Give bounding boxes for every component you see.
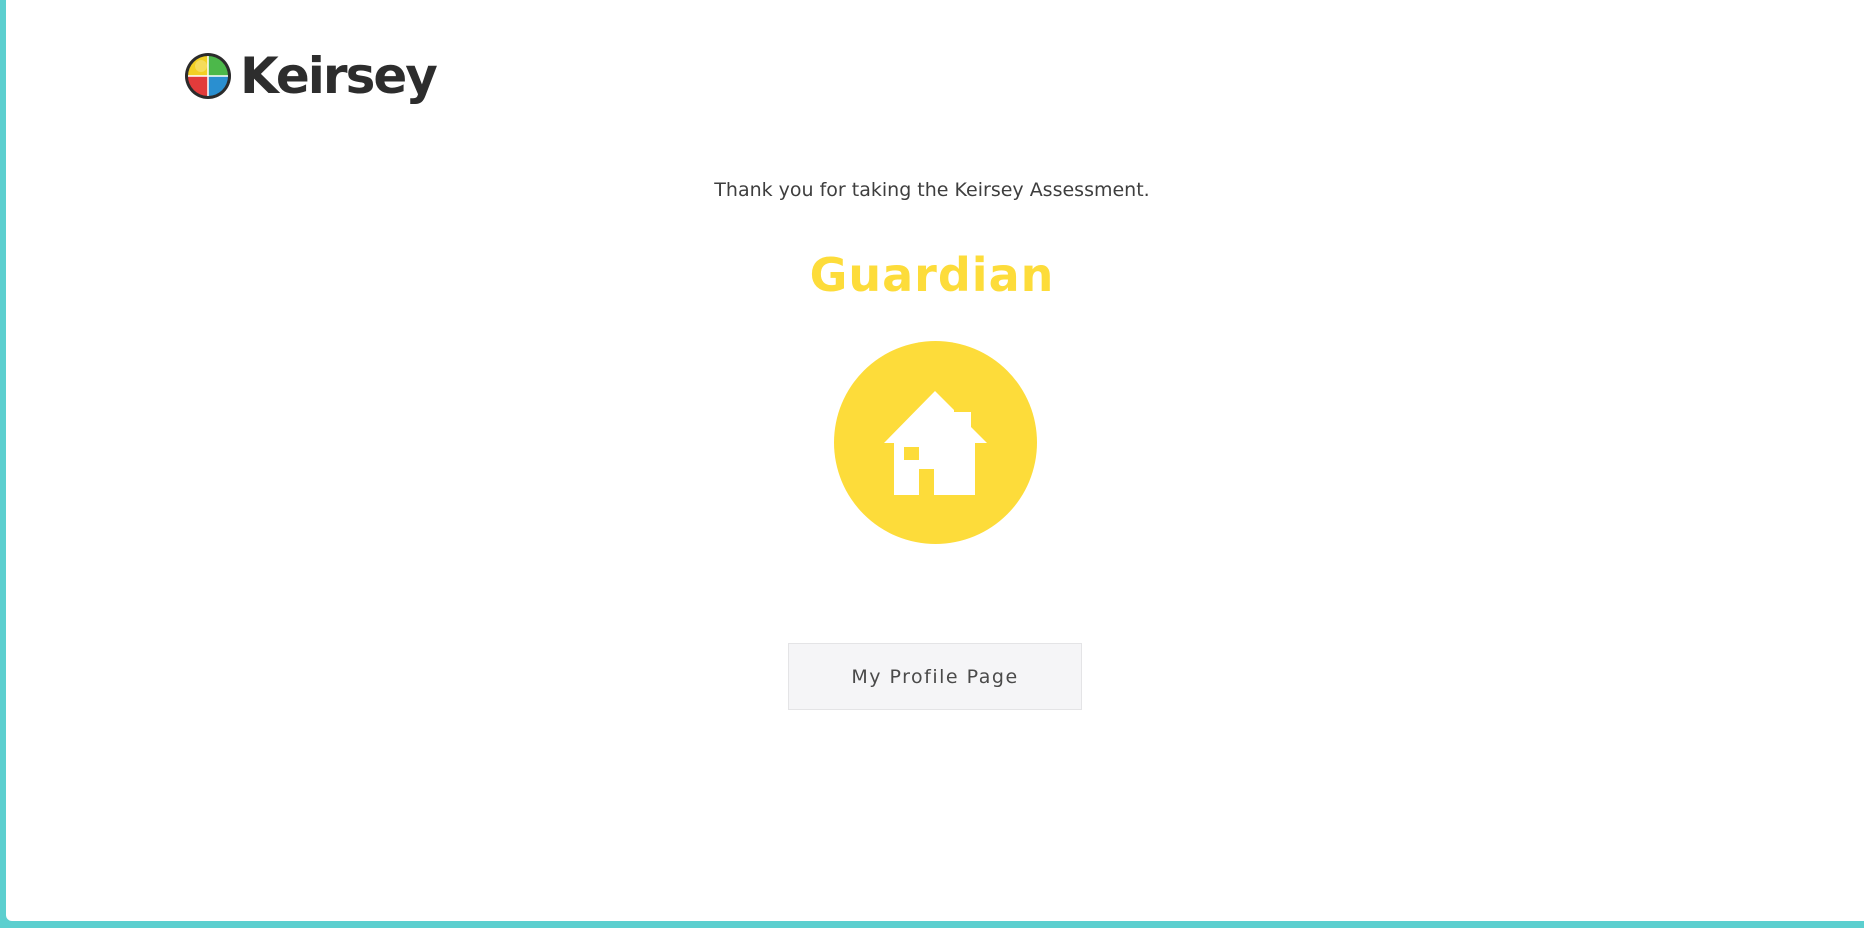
temperament-badge — [834, 341, 1037, 544]
keirsey-logo[interactable]: Keirsey — [184, 47, 438, 105]
thank-you-message: Thank you for taking the Keirsey Assessm… — [714, 179, 1150, 201]
temperament-title: Guardian — [809, 248, 1055, 302]
house-icon — [834, 341, 1037, 544]
logo-wordmark: Keirsey — [240, 47, 438, 105]
my-profile-page-button[interactable]: My Profile Page — [788, 643, 1082, 710]
color-wheel-logo-icon — [185, 53, 231, 99]
